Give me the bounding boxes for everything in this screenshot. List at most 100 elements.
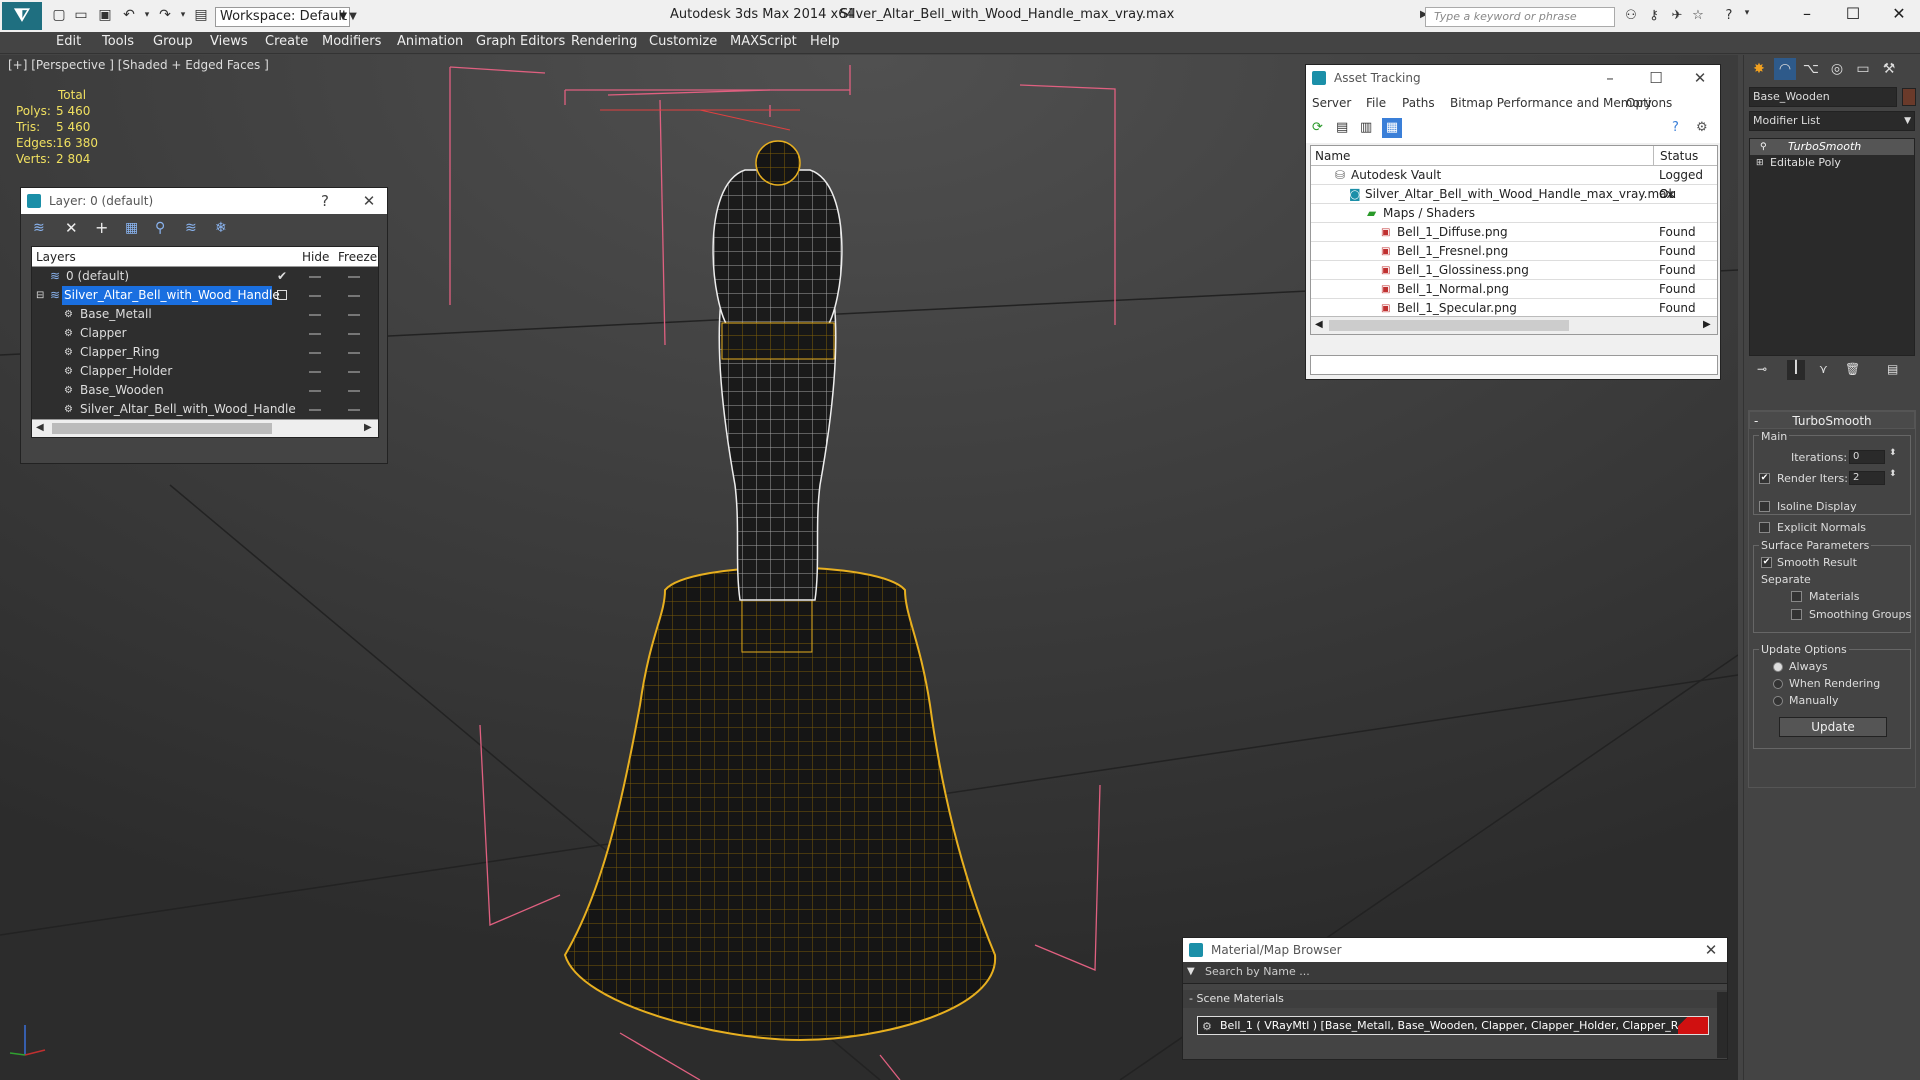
scroll-right-icon[interactable]: ▶ (1703, 319, 1711, 330)
create-layer-icon[interactable]: ≋ (33, 220, 45, 236)
open-file-icon[interactable]: ▭ (72, 6, 90, 24)
collapse-icon[interactable]: ⊟ (36, 286, 44, 305)
delete-layer-icon[interactable]: ✕ (65, 219, 78, 237)
iterations-spinner[interactable]: 0 (1849, 450, 1885, 464)
minimize-button[interactable]: – (1792, 4, 1822, 28)
configure-sets-icon[interactable]: ▤ (1887, 362, 1898, 376)
smoothing-groups-checkbox[interactable] (1791, 609, 1802, 620)
motion-tab-icon[interactable]: ◎ (1826, 58, 1848, 80)
asset-row[interactable]: ▣ Bell_1_Diffuse.png Found (1311, 223, 1717, 242)
menu-options[interactable]: Options (1626, 91, 1672, 115)
menu-views[interactable]: Views (210, 34, 248, 49)
object-name-field[interactable]: Base_Wooden (1749, 87, 1897, 107)
hide-all-icon[interactable]: ≋ (185, 220, 197, 236)
hide-toggle[interactable] (309, 371, 321, 373)
freeze-toggle[interactable] (348, 295, 360, 297)
asset-row[interactable]: ◙ Silver_Altar_Bell_with_Wood_Handle_max_… (1311, 185, 1717, 204)
help-icon[interactable]: ? (1672, 120, 1679, 135)
menu-create[interactable]: Create (265, 34, 308, 49)
detail-view-icon[interactable]: ▥ (1360, 120, 1372, 135)
asset-row[interactable]: ▣ Bell_1_Fresnel.png Found (1311, 242, 1717, 261)
explicit-normals-checkbox[interactable] (1759, 522, 1770, 533)
save-file-icon[interactable]: ▣ (96, 6, 114, 24)
scroll-left-icon[interactable]: ◀ (36, 422, 44, 433)
material-browser-title-bar[interactable]: Material/Map Browser ✕ (1183, 938, 1727, 962)
favorites-star-icon[interactable]: ☆ (1689, 8, 1707, 26)
menu-customize[interactable]: Customize (649, 34, 717, 49)
col-status[interactable]: Status (1653, 146, 1698, 166)
project-folder-icon[interactable]: ▤ (192, 6, 210, 24)
menu-rendering[interactable]: Rendering (571, 34, 637, 49)
hide-toggle[interactable] (309, 390, 321, 392)
hide-toggle[interactable] (309, 333, 321, 335)
materials-checkbox[interactable] (1791, 591, 1802, 602)
modify-tab-icon[interactable]: ◠ (1774, 58, 1796, 80)
expand-icon[interactable]: ⊞ (1756, 155, 1764, 171)
col-hide[interactable]: Hide (302, 247, 329, 267)
freeze-toggle[interactable] (348, 352, 360, 354)
freeze-toggle[interactable] (348, 333, 360, 335)
vertical-scrollbar[interactable] (1717, 992, 1727, 1058)
undo-icon[interactable]: ↶ (120, 6, 138, 24)
redo-icon[interactable]: ↷ (156, 6, 174, 24)
settings-icon[interactable]: ⚙ (1696, 120, 1708, 135)
hide-toggle[interactable] (309, 276, 321, 278)
spinner-arrows-icon[interactable]: ⬍ (1889, 469, 1897, 479)
object-row[interactable]: ⚙ Silver_Altar_Bell_with_Wood_Handle (32, 400, 378, 419)
freeze-toggle[interactable] (348, 390, 360, 392)
show-end-result-icon[interactable]: ┃ (1787, 360, 1805, 380)
select-in-layer-icon[interactable]: ▦ (125, 220, 138, 236)
hierarchy-tab-icon[interactable]: ⌥ (1800, 58, 1822, 80)
isoline-checkbox[interactable] (1759, 501, 1770, 512)
workspace-dropdown[interactable]: Workspace: Default ▼ (215, 7, 350, 27)
asset-row[interactable]: ⛁ Autodesk Vault Logged Ou (1311, 166, 1717, 201)
redo-dropdown-icon[interactable]: ▾ (174, 6, 192, 24)
remove-modifier-icon[interactable]: 🗑 (1845, 362, 1860, 376)
display-tab-icon[interactable]: ▭ (1852, 58, 1874, 80)
menu-maxscript[interactable]: MAXScript (730, 34, 797, 49)
list-view-icon[interactable]: ▤ (1336, 120, 1348, 135)
asset-row[interactable]: ▰ Maps / Shaders (1311, 204, 1717, 223)
highlight-layer-icon[interactable]: ⚲ (155, 220, 165, 236)
help-button[interactable]: ? (311, 188, 339, 214)
render-iters-spinner[interactable]: 2 (1849, 471, 1885, 485)
undo-dropdown-icon[interactable]: ▾ (138, 6, 156, 24)
hide-toggle[interactable] (309, 314, 321, 316)
freeze-toggle[interactable] (348, 314, 360, 316)
layer-row-default[interactable]: ≋ 0 (default) ✔ (32, 267, 378, 286)
object-row[interactable]: ⚙ Clapper (32, 324, 378, 343)
menu-modifiers[interactable]: Modifiers (322, 34, 381, 49)
hide-toggle[interactable] (309, 295, 321, 297)
manually-radio[interactable] (1773, 696, 1783, 706)
refresh-icon[interactable]: ⟳ (1312, 120, 1323, 135)
menu-paths[interactable]: Paths (1402, 91, 1435, 115)
menu-animation[interactable]: Animation (397, 34, 463, 49)
spinner-arrows-icon[interactable]: ⬍ (1889, 448, 1897, 458)
menu-edit[interactable]: Edit (56, 34, 81, 49)
object-row[interactable]: ⚙ Base_Metall (32, 305, 378, 324)
maximize-button[interactable]: ☐ (1838, 4, 1868, 28)
render-iters-checkbox[interactable]: ✔ (1759, 473, 1770, 484)
object-row[interactable]: ⚙ Base_Wooden (32, 381, 378, 400)
maximize-button[interactable]: ☐ (1642, 65, 1670, 91)
viewport-label[interactable]: [+] [Perspective ] [Shaded + Edged Faces… (8, 58, 269, 72)
menu-tools[interactable]: Tools (102, 34, 134, 49)
freeze-all-icon[interactable]: ❄ (215, 220, 227, 236)
create-tab-icon[interactable]: ✸ (1748, 58, 1770, 80)
when-rendering-radio[interactable] (1773, 679, 1783, 689)
checkmark-icon[interactable]: ✔ (277, 267, 287, 286)
asset-row[interactable]: ▣ Bell_1_Normal.png Found (1311, 280, 1717, 299)
freeze-toggle[interactable] (348, 371, 360, 373)
scroll-thumb[interactable] (52, 423, 272, 434)
always-radio[interactable] (1773, 662, 1783, 672)
stack-item-turbosmooth[interactable]: ⚲ TurboSmooth (1750, 139, 1914, 155)
horizontal-scrollbar[interactable]: ◀ ▶ (1311, 316, 1717, 334)
object-color-swatch[interactable] (1902, 88, 1916, 106)
close-button[interactable]: ✕ (1697, 938, 1725, 962)
menu-bitmap-performance[interactable]: Bitmap Performance and Memory (1450, 91, 1652, 115)
key-icon[interactable]: ⚷ (1645, 8, 1663, 26)
minimize-button[interactable]: – (1596, 65, 1624, 91)
layer-row-bell[interactable]: ⊟ ≋ Silver_Altar_Bell_with_Wood_Handle (32, 286, 378, 305)
layer-window-title-bar[interactable]: Layer: 0 (default) ? ✕ (21, 188, 387, 214)
update-button[interactable]: Update (1779, 717, 1887, 737)
